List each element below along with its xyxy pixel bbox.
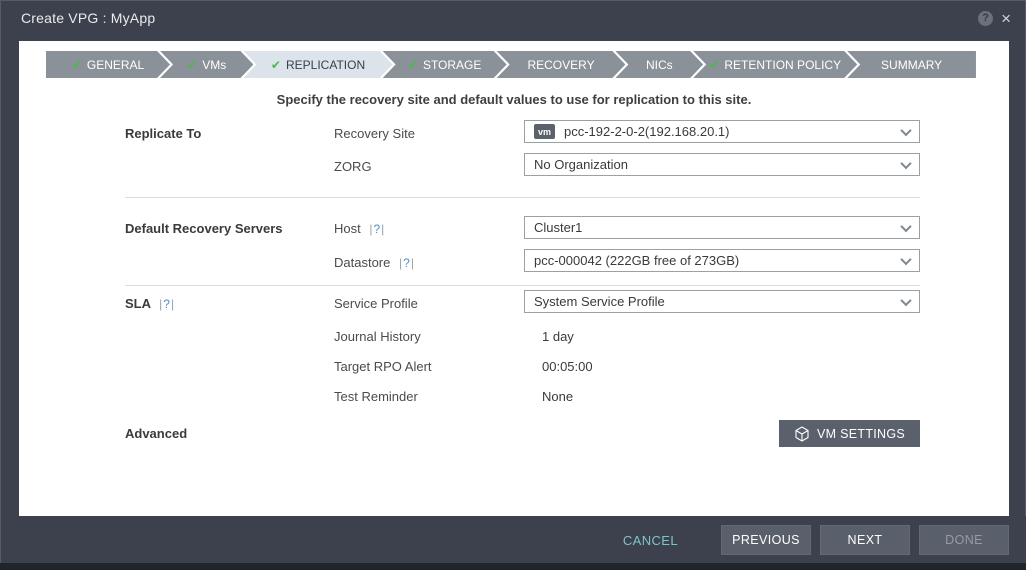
vm-settings-button[interactable]: VM SETTINGS: [779, 420, 920, 447]
step-retention-policy[interactable]: ✔ RETENTION POLICY: [693, 51, 857, 78]
default-recovery-servers-section-label: Default Recovery Servers: [125, 221, 283, 236]
step-summary[interactable]: SUMMARY: [847, 51, 976, 78]
chevron-down-icon: [900, 157, 911, 168]
screen: Create VPG : MyApp ? × ✔ GENERAL ✔ VMs ✔: [0, 0, 1026, 570]
datastore-value: pcc-000042 (222GB free of 273GB): [534, 253, 739, 268]
journal-history-value: 1 day: [542, 329, 574, 344]
step-label: GENERAL: [87, 58, 144, 72]
step-label: RETENTION POLICY: [724, 58, 841, 72]
cube-icon: [794, 426, 810, 442]
dialog-title: Create VPG : MyApp: [21, 10, 155, 26]
step-label: SUMMARY: [881, 58, 942, 72]
service-profile-value: System Service Profile: [534, 294, 665, 309]
previous-button[interactable]: PREVIOUS: [721, 525, 811, 555]
datastore-select[interactable]: pcc-000042 (222GB free of 273GB): [524, 249, 920, 272]
help-icon[interactable]: ?: [978, 11, 993, 26]
create-vpg-dialog: Create VPG : MyApp ? × ✔ GENERAL ✔ VMs ✔: [0, 0, 1026, 563]
host-select[interactable]: Cluster1: [524, 216, 920, 239]
datastore-help-link[interactable]: |?|: [399, 256, 414, 270]
dialog-titlebar: Create VPG : MyApp ? ×: [1, 1, 1025, 35]
vm-icon: vm: [534, 124, 555, 139]
check-icon: ✔: [408, 58, 418, 72]
host-label: Host |?|: [334, 221, 384, 236]
background-page: [0, 563, 1026, 570]
step-label: REPLICATION: [286, 58, 365, 72]
step-description: Specify the recovery site and default va…: [19, 92, 1009, 107]
dialog-footer: CANCEL PREVIOUS NEXT DONE: [1, 516, 1026, 564]
step-replication[interactable]: ✔ REPLICATION: [243, 51, 392, 78]
recovery-site-value: pcc-192-2-0-2(192.168.20.1): [564, 124, 730, 139]
check-icon: ✔: [187, 58, 197, 72]
next-button[interactable]: NEXT: [820, 525, 910, 555]
cancel-button[interactable]: CANCEL: [623, 533, 678, 548]
vm-settings-label: VM SETTINGS: [817, 427, 905, 441]
chevron-down-icon: [900, 124, 911, 135]
service-profile-label: Service Profile: [334, 296, 418, 311]
titlebar-icons: ? ×: [978, 11, 1011, 26]
datastore-label: Datastore |?|: [334, 255, 414, 270]
step-label: NICs: [646, 58, 673, 72]
recovery-site-label: Recovery Site: [334, 126, 415, 141]
check-icon: ✔: [72, 58, 82, 72]
done-button[interactable]: DONE: [919, 525, 1009, 555]
step-label: RECOVERY: [527, 58, 594, 72]
step-general[interactable]: ✔ GENERAL: [46, 51, 170, 78]
chevron-down-icon: [900, 220, 911, 231]
step-label: STORAGE: [423, 58, 481, 72]
step-nics[interactable]: NICs: [615, 51, 703, 78]
wizard-steps: ✔ GENERAL ✔ VMs ✔ REPLICATION ✔ STORAGE …: [46, 51, 976, 78]
chevron-down-icon: [900, 253, 911, 264]
test-reminder-value: None: [542, 389, 573, 404]
close-icon[interactable]: ×: [1001, 11, 1011, 26]
step-recovery[interactable]: RECOVERY: [497, 51, 626, 78]
service-profile-select[interactable]: System Service Profile: [524, 290, 920, 313]
section-divider: [125, 197, 920, 198]
sla-section-label: SLA |?|: [125, 296, 174, 311]
step-label: VMs: [202, 58, 226, 72]
section-divider: [125, 285, 920, 286]
check-icon: ✔: [271, 58, 281, 72]
zorg-label: ZORG: [334, 159, 372, 174]
host-value: Cluster1: [534, 220, 582, 235]
check-icon: ✔: [709, 58, 719, 72]
target-rpo-alert-label: Target RPO Alert: [334, 359, 432, 374]
zorg-value: No Organization: [534, 157, 628, 172]
test-reminder-label: Test Reminder: [334, 389, 418, 404]
journal-history-label: Journal History: [334, 329, 421, 344]
replicate-to-section-label: Replicate To: [125, 126, 201, 141]
step-vms[interactable]: ✔ VMs: [160, 51, 253, 78]
dialog-content: ✔ GENERAL ✔ VMs ✔ REPLICATION ✔ STORAGE …: [19, 41, 1009, 516]
zorg-select[interactable]: No Organization: [524, 153, 920, 176]
target-rpo-alert-value: 00:05:00: [542, 359, 593, 374]
sla-help-link[interactable]: |?|: [159, 297, 174, 311]
step-storage[interactable]: ✔ STORAGE: [383, 51, 507, 78]
host-help-link[interactable]: |?|: [369, 222, 384, 236]
chevron-down-icon: [900, 294, 911, 305]
advanced-section-label: Advanced: [125, 426, 187, 441]
recovery-site-select[interactable]: vm pcc-192-2-0-2(192.168.20.1): [524, 120, 920, 143]
